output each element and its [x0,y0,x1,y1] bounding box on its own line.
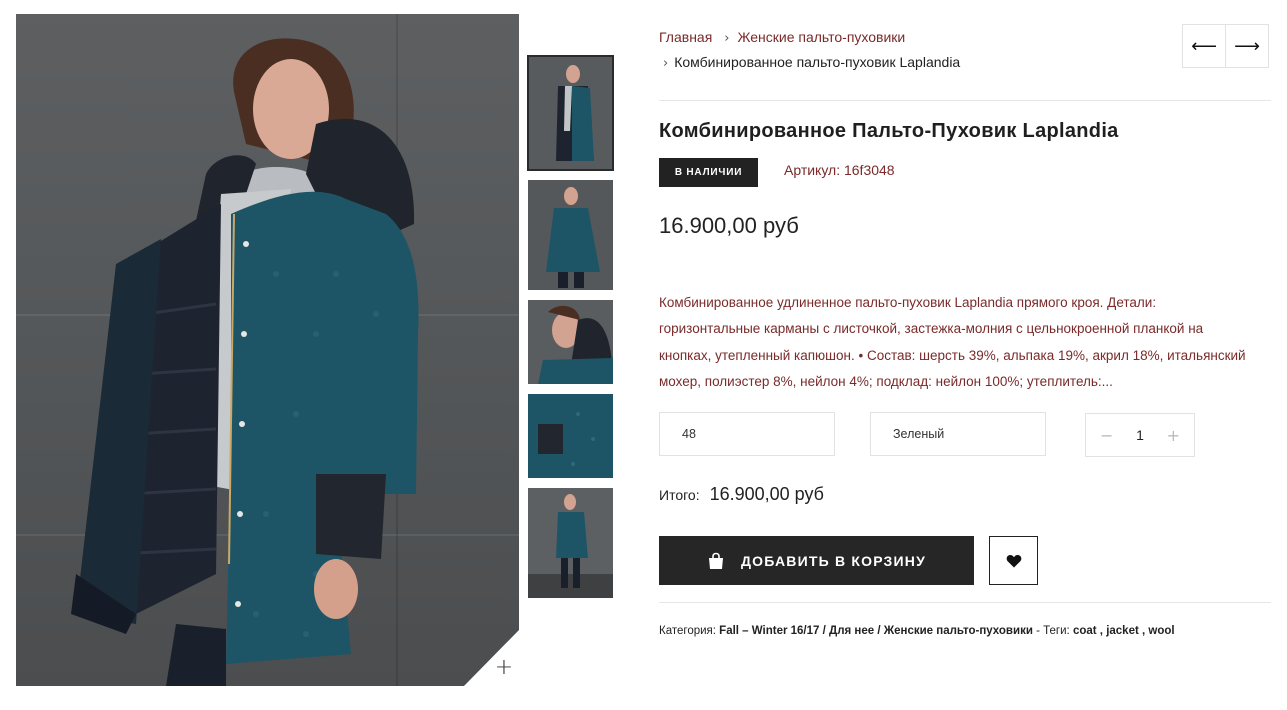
thumbnail-5[interactable] [528,488,613,598]
plus-icon[interactable]: + [1167,426,1180,445]
breadcrumb: Главная › Женские пальто-пуховики [659,28,905,48]
breadcrumb-category[interactable]: Женские пальто-пуховики [738,29,906,45]
product-description: Комбинированное удлиненное пальто-пухови… [659,295,1246,389]
total: Итого: 16.900,00 руб [659,484,824,505]
minus-icon[interactable]: − [1100,426,1113,445]
thumbnail-image [528,300,613,384]
sku-label: Артикул: [784,162,841,178]
breadcrumb-current: Комбинированное пальто-пуховик Laplandia [674,54,961,70]
product-price: 16.900,00 руб [659,213,799,238]
quantity-value[interactable]: 1 [1136,427,1144,443]
plus-zoom-icon[interactable]: + [494,657,514,679]
thumbnail-2[interactable] [528,180,613,290]
arrow-left-icon[interactable]: ⟵ [1182,24,1226,68]
wishlist-button[interactable] [989,536,1038,585]
add-to-cart-button[interactable]: ДОБАВИТЬ В КОРЗИНУ [659,536,974,585]
thumbnail-4[interactable] [528,394,613,478]
thumbnail-1[interactable] [527,55,614,171]
chevron-right-icon: › [724,31,730,46]
product-nav: ⟵ ⟶ [1182,24,1269,68]
quantity-stepper: − 1 + [1085,413,1195,457]
total-label: Итого: [659,487,700,503]
shopping-bag-icon [708,552,723,569]
product-meta: Категория: Fall – Winter 16/17 / Для нее… [659,625,1175,637]
arrow-right-icon[interactable]: ⟶ [1225,24,1269,68]
tag-link[interactable]: coat [1073,625,1097,637]
total-value: 16.900,00 руб [709,484,824,504]
tag-link[interactable]: wool [1148,625,1174,637]
heart-icon [1006,554,1021,567]
divider [659,602,1271,603]
thumbnail-image [528,488,613,598]
product-title: Комбинированное Пальто-Пуховик Laplandia [659,120,1119,142]
breadcrumb-current-row: › Комбинированное пальто-пуховик Laplandi… [663,54,960,71]
coat-photo [71,38,419,686]
tags-label: - Теги: [1036,625,1070,637]
chevron-right-icon: › [663,56,669,71]
thumbnail-image [528,394,613,478]
thumbnail-image [528,180,613,290]
sku-value: 16f3048 [843,162,895,178]
category-link[interactable]: Fall – Winter 16/17 / Для нее / Женские … [719,625,1033,637]
main-product-image[interactable] [16,14,519,686]
thumbnail-image [528,56,613,170]
sku: Артикул: 16f3048 [784,162,895,178]
divider [659,100,1271,101]
color-select[interactable]: Зеленый [870,412,1046,456]
category-label: Категория: [659,625,716,637]
breadcrumb-home[interactable]: Главная [659,29,712,45]
size-select[interactable]: 48 [659,412,835,456]
thumbnail-3[interactable] [528,300,613,384]
thumbnail-list [527,55,614,608]
tag-link[interactable]: jacket [1106,625,1139,637]
add-to-cart-label: ДОБАВИТЬ В КОРЗИНУ [740,552,927,569]
stock-badge: В НАЛИЧИИ [659,158,758,187]
